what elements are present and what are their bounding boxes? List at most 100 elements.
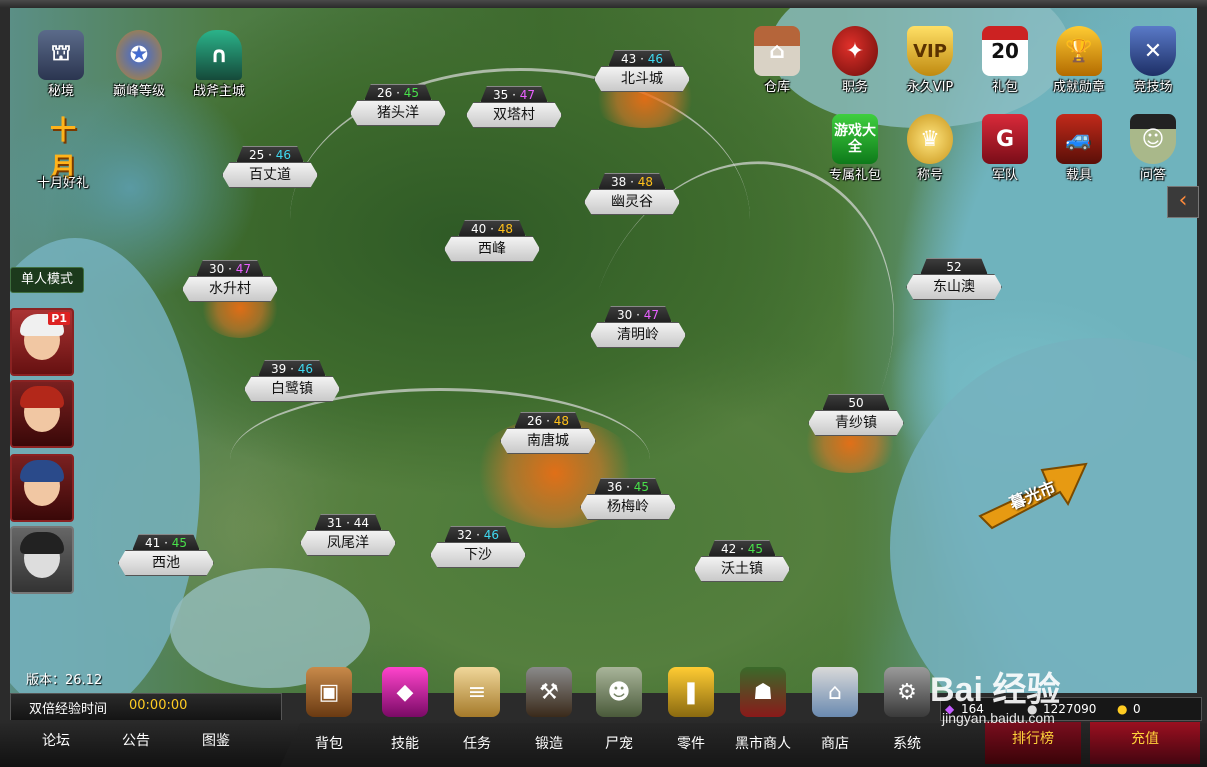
location-label[interactable]: 32 · 46 下沙 — [430, 526, 526, 568]
location-name: 沃土镇 — [694, 556, 790, 582]
menu-shop-button[interactable]: ⌂ 商店 — [800, 667, 870, 757]
secret-realm-label: 秘境 — [47, 84, 74, 99]
player-avatar-1[interactable]: P1 — [10, 308, 74, 376]
army-button[interactable]: G 军队 — [972, 114, 1038, 184]
twilight-city-arrow[interactable]: 暮光市 — [976, 458, 1088, 530]
vehicle-button[interactable]: 🚙 载具 — [1046, 114, 1112, 184]
location-level: 42 · 45 — [708, 540, 776, 557]
castle-gate-icon: ∩ — [196, 30, 242, 80]
level-min: 30 — [208, 262, 225, 276]
vip-label: 永久VIP — [906, 80, 954, 95]
location-label[interactable]: 26 · 48 南唐城 — [500, 412, 596, 454]
october-badge-icon: 十月 — [49, 116, 76, 183]
level-min: 26 — [526, 414, 543, 428]
location-level: 31 · 44 — [314, 514, 382, 531]
arena-button[interactable]: ✕ 竞技场 — [1120, 26, 1186, 96]
location-level: 39 · 46 — [258, 360, 326, 377]
hair — [20, 460, 64, 482]
location-level: 30 · 47 — [196, 260, 264, 277]
october-gift-button[interactable]: 十月 十月好礼 — [30, 116, 96, 192]
collapse-panel-button[interactable]: ‹ — [1167, 186, 1199, 218]
location-name: 青纱镇 — [808, 410, 904, 436]
player-avatar-2[interactable] — [10, 380, 74, 448]
location-name: 猪头洋 — [350, 100, 446, 126]
forum-link[interactable]: 论坛 — [42, 730, 70, 750]
warehouse-label: 仓库 — [763, 80, 790, 95]
world-map[interactable] — [10, 8, 1197, 693]
vehicle-icon: 🚙 — [1056, 114, 1102, 164]
version-text: 版本：26.12 — [26, 673, 103, 688]
level-min: 52 — [946, 260, 962, 274]
location-label[interactable]: 35 · 47 双塔村 — [466, 86, 562, 128]
peak-level-label: 巅峰等级 — [112, 84, 165, 99]
gift-pack-button[interactable]: 20 礼包 — [972, 26, 1038, 96]
player-avatar-3[interactable] — [10, 454, 74, 522]
level-separator: · — [286, 362, 298, 376]
location-name: 凤尾洋 — [300, 530, 396, 556]
player-avatar-4[interactable] — [10, 526, 74, 594]
vip-shield-icon: VIP — [907, 26, 953, 76]
menu-label: 系统 — [893, 736, 921, 752]
achievement-medal-button[interactable]: 🏆 成就勋章 — [1046, 26, 1112, 96]
location-label[interactable]: 31 · 44 凤尾洋 — [300, 514, 396, 556]
menu-hammer-button[interactable]: ⚒ 锻造 — [514, 667, 584, 757]
menu-hooded-merchant-button[interactable]: ☗ 黑市商人 — [728, 667, 798, 757]
vip-button[interactable]: VIP 永久VIP — [897, 26, 963, 96]
battleaxe-city-label: 战斧主城 — [192, 84, 245, 99]
menu-skill-gem-button[interactable]: ◆ 技能 — [370, 667, 440, 757]
codex-link[interactable]: 图鉴 — [202, 730, 230, 750]
level-separator: · — [472, 528, 484, 542]
beret-icon: ✦ — [832, 26, 878, 76]
menu-label: 黑市商人 — [735, 736, 791, 752]
title-button[interactable]: ♛ 称号 — [897, 114, 963, 184]
menu-scroll-button[interactable]: ≡ 任务 — [442, 667, 512, 757]
hair — [20, 532, 64, 554]
warehouse-button[interactable]: ⌂ 仓库 — [744, 26, 810, 96]
location-label[interactable]: 52 东山澳 — [906, 258, 1002, 300]
level-min: 31 — [326, 516, 343, 530]
location-label[interactable]: 36 · 45 杨梅岭 — [580, 478, 676, 520]
secret-realm-button[interactable]: ⛫ 秘境 — [28, 30, 94, 100]
army-banner-icon: G — [982, 114, 1028, 164]
quiz-button[interactable]: ☺ 问答 — [1120, 114, 1186, 184]
level-min: 42 — [720, 542, 737, 556]
menu-zombie-pet-button[interactable]: ☻ 尸宠 — [584, 667, 654, 757]
level-separator: · — [622, 480, 634, 494]
level-separator: · — [626, 175, 638, 189]
level-min: 43 — [620, 52, 637, 66]
level-min: 35 — [492, 88, 509, 102]
location-label[interactable]: 30 · 47 清明岭 — [590, 306, 686, 348]
location-label[interactable]: 30 · 47 水升村 — [182, 260, 278, 302]
location-name: 下沙 — [430, 542, 526, 568]
leaderboard-button[interactable]: 排行榜 — [985, 722, 1081, 764]
location-label[interactable]: 26 · 45 猪头洋 — [350, 84, 446, 126]
level-separator: · — [486, 222, 498, 236]
notice-link[interactable]: 公告 — [122, 730, 150, 750]
level-max: 48 — [637, 175, 653, 189]
location-name: 杨梅岭 — [580, 494, 676, 520]
recharge-button[interactable]: 充值 — [1090, 722, 1200, 764]
level-max: 47 — [519, 88, 535, 102]
location-label[interactable]: 40 · 48 西峰 — [444, 220, 540, 262]
location-name: 东山澳 — [906, 274, 1002, 300]
exclusive-gift-button[interactable]: 游戏大全 专属礼包 — [822, 114, 888, 184]
location-label[interactable]: 41 · 45 西池 — [118, 534, 214, 576]
location-label[interactable]: 50 青纱镇 — [808, 394, 904, 436]
menu-label: 背包 — [315, 736, 343, 752]
rank-duty-button[interactable]: ✦ 职务 — [822, 26, 888, 96]
level-separator: · — [342, 516, 354, 530]
location-label[interactable]: 25 · 46 百丈道 — [222, 146, 318, 188]
battleaxe-city-button[interactable]: ∩ 战斧主城 — [186, 30, 252, 100]
menu-backpack-button[interactable]: ▣ 背包 — [294, 667, 364, 757]
location-label[interactable]: 43 · 46 北斗城 — [594, 50, 690, 92]
single-mode-button[interactable]: 单人模式 — [10, 267, 84, 293]
peak-level-button[interactable]: ✪ 巅峰等级 — [106, 30, 172, 100]
location-label[interactable]: 39 · 46 白鹭镇 — [244, 360, 340, 402]
menu-bullets-button[interactable]: ❚ 零件 — [656, 667, 726, 757]
menu-label: 技能 — [391, 736, 419, 752]
location-label[interactable]: 38 · 48 幽灵谷 — [584, 173, 680, 215]
menu-label: 任务 — [463, 736, 491, 752]
location-label[interactable]: 42 · 45 沃土镇 — [694, 540, 790, 582]
level-min: 40 — [470, 222, 487, 236]
location-level: 40 · 48 — [458, 220, 526, 237]
